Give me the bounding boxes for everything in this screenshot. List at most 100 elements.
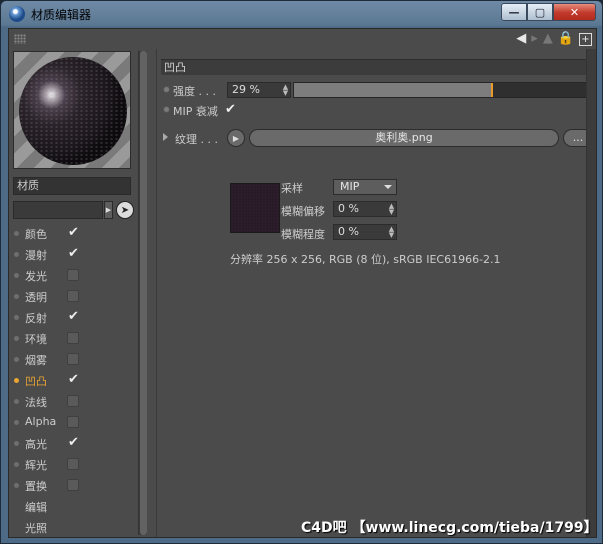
channel-item[interactable]: 高光 ✔ (9, 433, 137, 454)
spinner-arrows-icon[interactable]: ▲ ▼ (388, 203, 395, 216)
channel-checkbox[interactable]: ✔ (67, 373, 79, 386)
channel-checkbox[interactable] (67, 416, 79, 428)
spinner-arrows-icon[interactable]: ▲ ▼ (388, 226, 395, 239)
channel-scrollbar[interactable] (138, 51, 147, 535)
channel-item[interactable]: Alpha (9, 412, 137, 433)
material-name-field[interactable]: 材质 (13, 177, 131, 195)
channel-label: 凹凸 (25, 375, 47, 388)
section-header: 凹凸 (161, 59, 593, 75)
channel-dot-icon (14, 336, 19, 341)
forward-arrow-icon[interactable]: ▸ (531, 31, 538, 47)
texture-thumbnail[interactable] (230, 183, 280, 233)
watermark-text: C4D吧 【www.linecg.com/tieba/1799】 (301, 520, 598, 536)
channel-label: 漫射 (25, 249, 47, 262)
channel-checkbox[interactable]: ✔ (67, 310, 79, 323)
channel-item[interactable]: 漫射 ✔ (9, 244, 137, 265)
channel-label: 法线 (25, 396, 47, 409)
texture-label: 纹理 . . . (175, 133, 218, 146)
blur-scale-input[interactable]: 0 % ▲ ▼ (333, 224, 397, 240)
channel-item[interactable]: 凹凸 ✔ (9, 370, 137, 391)
channel-dot-icon (14, 294, 19, 299)
mip-falloff-row: MIP 衰减 ✔ (157, 101, 357, 119)
new-window-icon[interactable]: + (579, 32, 592, 46)
animate-dot-icon[interactable] (163, 106, 170, 113)
strength-slider[interactable] (293, 82, 593, 98)
channel-item[interactable]: 辉光 (9, 454, 137, 475)
channel-dot-icon (14, 273, 19, 278)
channel-panel: 材质 ▶ ➤ 颜色 ✔ 漫射 ✔ 发光透明反射 ✔ 环境烟雾凹凸 ✔ 法线 Alpha 高光 ✔ 辉光置… (9, 49, 149, 537)
material-preview[interactable] (13, 51, 131, 169)
channel-item[interactable]: 法线 (9, 391, 137, 412)
blur-scale-value: 0 % (338, 225, 359, 238)
preview-sphere (19, 57, 127, 165)
channel-item[interactable]: 编辑 (9, 496, 137, 517)
cinema4d-app-icon (9, 6, 25, 22)
material-menu-arrow-icon[interactable]: ▶ (104, 201, 113, 219)
strength-label: 强度 . . . (173, 85, 216, 98)
channel-checkbox[interactable] (67, 269, 79, 281)
blur-scale-label: 模糊程度 (281, 228, 325, 241)
channel-item[interactable]: 置换 (9, 475, 137, 496)
close-button[interactable]: ✕ (553, 3, 596, 21)
channel-label: 发光 (25, 270, 47, 283)
channel-label: 烟雾 (25, 354, 47, 367)
blur-offset-label: 模糊偏移 (281, 205, 325, 218)
maximize-button[interactable]: ▢ (527, 3, 553, 21)
up-arrow-icon[interactable]: ▲ (543, 31, 553, 47)
spinner-arrows-icon[interactable]: ▲ ▼ (282, 84, 289, 97)
channel-scroll-thumb[interactable] (140, 51, 147, 535)
channel-checkbox[interactable] (67, 479, 79, 491)
minimize-button[interactable]: — (501, 3, 527, 21)
channel-label: 颜色 (25, 228, 47, 241)
cursor-pick-icon[interactable]: ➤ (116, 201, 134, 219)
channel-label: 透明 (25, 291, 47, 304)
channel-checkbox[interactable] (67, 332, 79, 344)
strength-input[interactable]: 29 % ▲ ▼ (227, 82, 291, 98)
channel-checkbox[interactable] (67, 353, 79, 365)
channel-checkbox[interactable] (67, 290, 79, 302)
back-arrow-icon[interactable]: ◀ (516, 31, 526, 47)
channel-checkbox[interactable] (67, 395, 79, 407)
material-search-input[interactable] (13, 201, 103, 219)
chevron-down-icon (384, 185, 392, 189)
channel-dot-icon (14, 399, 19, 404)
channel-label: Alpha (25, 415, 57, 428)
channel-label: 光照 (25, 522, 47, 535)
sampling-dropdown[interactable]: MIP (333, 179, 397, 195)
material-editor-window: 材质编辑器 — ▢ ✕ ◀ ▸ ▲ 🔒 + 材质 ▶ ➤ 颜色 ✔ 漫射 ✔ 发… (0, 0, 603, 544)
texture-menu-button[interactable]: ▶ (227, 129, 245, 147)
toolbar: ◀ ▸ ▲ 🔒 + (9, 29, 596, 49)
texture-file-button[interactable]: 奥利奥.png (249, 129, 559, 147)
channel-label: 高光 (25, 438, 47, 451)
channel-item[interactable]: 烟雾 (9, 349, 137, 370)
grip-handle-icon[interactable] (14, 34, 26, 44)
blur-offset-input[interactable]: 0 % ▲ ▼ (333, 201, 397, 217)
channel-item[interactable]: 发光 (9, 265, 137, 286)
channel-dot-icon (14, 420, 19, 425)
channel-checkbox[interactable]: ✔ (67, 247, 79, 260)
channel-label: 环境 (25, 333, 47, 346)
channel-checkbox[interactable]: ✔ (67, 226, 79, 239)
expand-triangle-icon[interactable] (163, 133, 168, 141)
sampling-value: MIP (340, 180, 360, 193)
channel-item[interactable]: 反射 ✔ (9, 307, 137, 328)
attribute-panel: 凹凸 强度 . . . 29 % ▲ ▼ MIP 衰减 ✔ 纹理 . . . ▶… (156, 49, 596, 537)
mip-falloff-checkbox[interactable]: ✔ (225, 102, 236, 117)
attribute-scrollbar[interactable] (586, 49, 596, 537)
title-bar[interactable]: 材质编辑器 — ▢ ✕ (1, 1, 602, 27)
channel-item[interactable]: 颜色 ✔ (9, 223, 137, 244)
channel-item[interactable]: 光照 (9, 517, 137, 538)
channel-checkbox[interactable]: ✔ (67, 436, 79, 449)
channel-label: 反射 (25, 312, 47, 325)
strength-row: 强度 . . . 29 % ▲ ▼ (157, 81, 593, 99)
blur-offset-value: 0 % (338, 202, 359, 215)
strength-slider-handle[interactable] (491, 83, 493, 97)
channel-checkbox[interactable] (67, 458, 79, 470)
channel-item[interactable]: 透明 (9, 286, 137, 307)
animate-dot-icon[interactable] (163, 86, 170, 93)
window-title: 材质编辑器 (31, 8, 92, 22)
channel-dot-icon (14, 441, 19, 446)
lock-icon[interactable]: 🔒 (558, 31, 574, 47)
channel-item[interactable]: 环境 (9, 328, 137, 349)
channel-dot-icon (14, 231, 19, 236)
